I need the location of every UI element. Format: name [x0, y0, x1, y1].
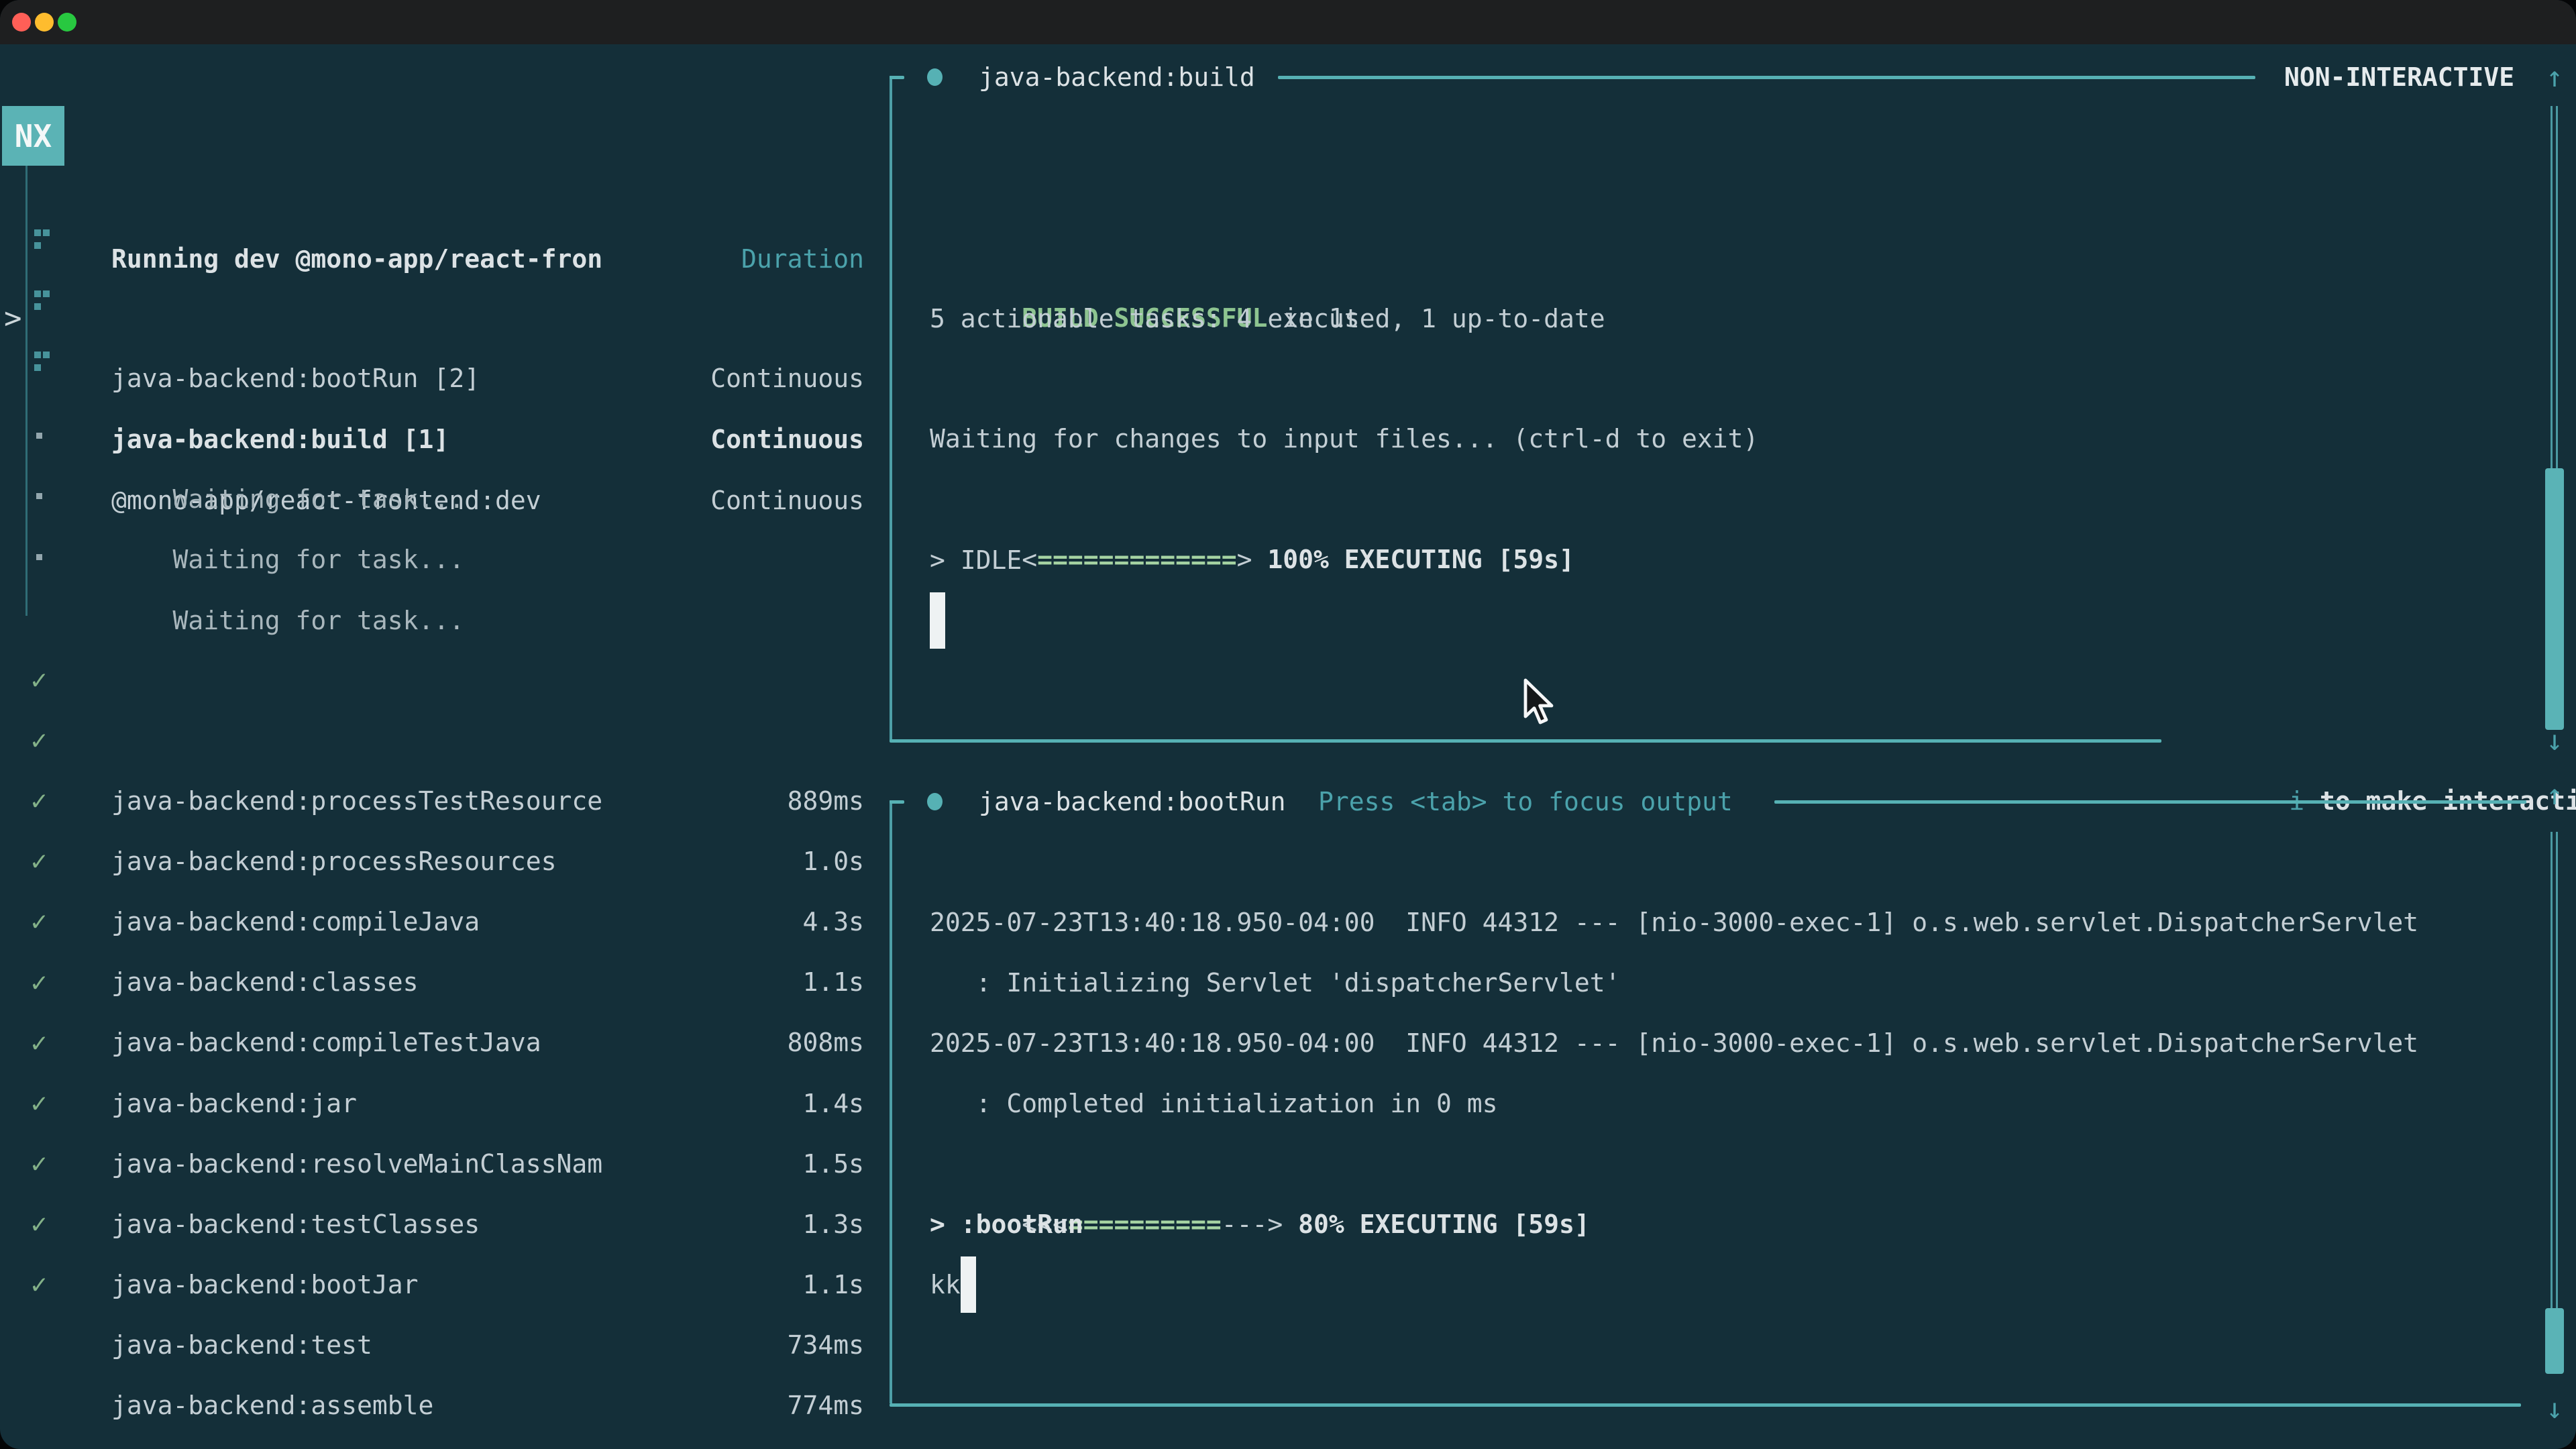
- task-row[interactable]: java-backend:testClasses 1.3s: [111, 1073, 864, 1134]
- scroll-up-icon[interactable]: ↑: [2540, 47, 2569, 107]
- task-row[interactable]: java-backend:compileTestJava 808ms: [111, 892, 864, 952]
- help-bar: quit:qhelp:?: [111, 1375, 865, 1435]
- task-tree-line: [25, 166, 28, 616]
- build-scroll-track[interactable]: [2551, 106, 2553, 470]
- bootrun-scroll-thumb[interactable]: [2545, 1308, 2564, 1374]
- log-line: : Completed initialization in 0 ms: [930, 1073, 1497, 1134]
- scroll-up-icon[interactable]: ↑: [2540, 765, 2569, 825]
- progress-label: 100% EXECUTING [59s]: [1267, 545, 1574, 574]
- bootrun-scroll-track[interactable]: [2551, 832, 2553, 1308]
- check-icon: ✓: [31, 892, 62, 952]
- bootrun-panel-title: java-backend:bootRun: [979, 771, 1286, 832]
- task-label: Waiting for task...: [173, 606, 465, 635]
- check-icon: ✓: [31, 1254, 62, 1315]
- bootrun-progress-line: <<<==========---> 80% EXECUTING [59s]: [930, 1134, 1590, 1194]
- focus-output-hint: Press <tab> to focus output: [1318, 771, 1733, 832]
- task-row[interactable]: java-backend:compileJava 4.3s: [111, 771, 864, 831]
- scroll-down-icon[interactable]: ↓: [2540, 1379, 2569, 1439]
- task-row[interactable]: java-backend:processTestResource 889ms: [111, 650, 864, 710]
- bootrun-scroll-track[interactable]: [2556, 832, 2558, 1308]
- check-icon: ✓: [31, 831, 62, 892]
- bootrun-panel-corner: [890, 800, 904, 804]
- stdin-input-text[interactable]: kk: [930, 1254, 961, 1315]
- task-row[interactable]: @mono-app/react-frontend:dev Continuous: [111, 350, 864, 410]
- selected-task-caret-icon: >: [4, 288, 22, 349]
- build-scroll-thumb[interactable]: [2545, 468, 2564, 730]
- task-status-bullet-icon: [927, 68, 943, 86]
- log-line: 2025-07-23T13:40:18.950-04:00 INFO 44312…: [930, 1013, 2418, 1073]
- spinner-icon: [34, 290, 41, 297]
- non-interactive-badge: NON-INTERACTIVE: [2284, 47, 2514, 107]
- build-success-line: BUILD SUCCESSFUL in 1s: [930, 227, 1360, 288]
- task-row[interactable]: java-backend:test 734ms: [111, 1194, 864, 1254]
- build-panel-corner: [890, 76, 904, 79]
- build-summary-line: 5 actionable tasks: 4 executed, 1 up-to-…: [930, 288, 1605, 349]
- minimize-button[interactable]: [35, 13, 54, 32]
- mouse-cursor: [1517, 676, 1558, 730]
- scroll-down-icon[interactable]: ↓: [2540, 710, 2569, 771]
- spinner-icon: [34, 352, 41, 358]
- check-icon: ✓: [31, 953, 62, 1013]
- task-row[interactable]: java-backend:bootRun [2] Continuous: [111, 227, 864, 288]
- check-icon: ✓: [31, 1134, 62, 1194]
- nx-logo: NX: [2, 106, 64, 166]
- task-row[interactable]: java-backend:processResources 1.0s: [111, 710, 864, 771]
- terminal-cursor: [930, 592, 945, 649]
- log-line: : Initializing Servlet 'dispatcherServle…: [930, 953, 1621, 1013]
- interactive-hint: i to make interactive: [2197, 710, 2576, 771]
- build-waiting-line: Waiting for changes to input files... (c…: [930, 409, 1758, 469]
- bootrun-panel-bottom-line: [890, 1403, 2521, 1407]
- progress-bar: ==========: [1068, 1210, 1222, 1239]
- terminal-cursor: [961, 1256, 976, 1313]
- task-status-bullet-icon: [927, 793, 943, 810]
- close-button[interactable]: [12, 13, 31, 32]
- progress-close: --->: [1222, 1210, 1298, 1239]
- sidebar-header: Running dev @mono-app/react-fron Duratio…: [111, 108, 864, 168]
- build-progress-line: <=============> 100% EXECUTING [59s]: [930, 469, 1574, 529]
- waiting-dot-icon: [36, 433, 42, 439]
- terminal-window: NX Running dev @mono-app/react-fron Dura…: [0, 0, 2576, 1449]
- build-panel-bottom-line: [890, 739, 2161, 743]
- progress-bar: =============: [1037, 545, 1236, 574]
- task-row[interactable]: Waiting for task...: [111, 409, 864, 469]
- spinner-icon: [34, 229, 41, 236]
- build-panel-header-line: [1278, 76, 2255, 79]
- task-row[interactable]: java-backend:jar 1.4s: [111, 953, 864, 1013]
- task-row[interactable]: java-backend:assemble 774ms: [111, 1254, 864, 1315]
- waiting-dot-icon: [36, 493, 42, 499]
- log-line: 2025-07-23T13:40:18.950-04:00 INFO 44312…: [930, 892, 2418, 953]
- task-row[interactable]: java-backend:classes 1.1s: [111, 831, 864, 892]
- check-icon: ✓: [31, 1073, 62, 1134]
- task-row-selected[interactable]: java-backend:build [1] Continuous: [111, 288, 864, 349]
- progress-close: >: [1237, 545, 1268, 574]
- check-icon: ✓: [31, 710, 62, 771]
- task-row[interactable]: Waiting for task...: [111, 469, 864, 529]
- progress-open: <: [1022, 545, 1037, 574]
- check-icon: ✓: [31, 1194, 62, 1254]
- progress-label: 80% EXECUTING [59s]: [1298, 1210, 1590, 1239]
- check-icon: ✓: [31, 771, 62, 831]
- bootrun-panel-header-line: [1774, 800, 2526, 804]
- task-row[interactable]: java-backend:resolveMainClassNam 1.5s: [111, 1013, 864, 1073]
- task-row[interactable]: Waiting for task...: [111, 530, 864, 590]
- titlebar: [0, 0, 2576, 44]
- build-panel-title: java-backend:build: [979, 47, 1255, 107]
- waiting-dot-icon: [36, 554, 42, 560]
- zoom-button[interactable]: [58, 13, 76, 32]
- bootrun-task-line: > :bootRun: [930, 1194, 1083, 1254]
- check-icon: ✓: [31, 650, 62, 710]
- build-scroll-track[interactable]: [2556, 106, 2558, 470]
- bootrun-panel-left-border: [890, 800, 892, 1403]
- check-icon: ✓: [31, 1013, 62, 1073]
- nx-logo-text: NX: [15, 118, 52, 154]
- build-panel-left-border: [890, 76, 892, 741]
- task-row[interactable]: java-backend:bootJar 1.1s: [111, 1134, 864, 1194]
- build-idle-line: > IDLE: [930, 530, 1022, 590]
